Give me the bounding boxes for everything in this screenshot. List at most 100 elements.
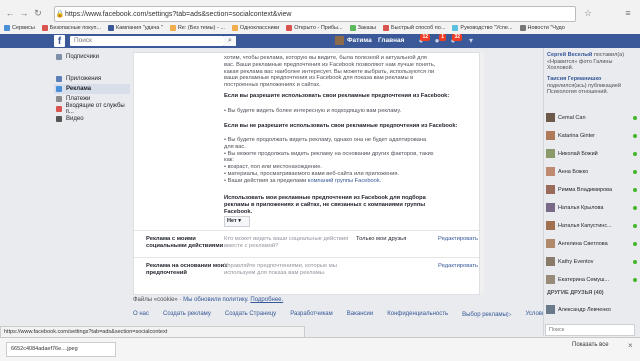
- footer-link[interactable]: Разработчикам: [290, 311, 333, 318]
- avatar: [546, 275, 555, 284]
- back-icon[interactable]: ←: [4, 6, 16, 20]
- footer-link[interactable]: Вакансии: [347, 311, 373, 318]
- avatar: [546, 113, 555, 122]
- contact-name: Наталья Крылова: [558, 204, 604, 211]
- bookmark-item[interactable]: Открыто - Прибы...: [286, 25, 343, 31]
- avatar: [546, 167, 555, 176]
- chat-contact[interactable]: Римма Владимирова: [546, 184, 639, 195]
- contact-name: Kathy Eventov: [558, 258, 594, 265]
- more-link[interactable]: Подробнее.: [250, 297, 283, 303]
- sidebar-item[interactable]: Подписчики: [54, 52, 130, 62]
- show-all-downloads-link[interactable]: Показать все: [572, 342, 609, 348]
- chat-contact[interactable]: Cemal Can: [546, 112, 639, 123]
- close-icon[interactable]: ×: [628, 341, 633, 350]
- row-description: Управляйте предпочтениями, которые мы ис…: [224, 263, 337, 276]
- messages-icon[interactable]: ● 1: [432, 34, 446, 46]
- scrollbar[interactable]: [480, 52, 484, 293]
- sidebar-item[interactable]: Приложения: [54, 74, 130, 84]
- bookmark-item[interactable]: Одноклассники: [231, 25, 279, 31]
- company-group-link[interactable]: компаний группы Facebook.: [306, 178, 381, 184]
- bookmark-icon: [4, 25, 10, 31]
- question-line: Facebook.: [224, 208, 253, 215]
- sidebar-item[interactable]: Реклама: [54, 84, 130, 94]
- chat-contact[interactable]: Kathy Eventov: [546, 256, 639, 267]
- footer-link[interactable]: Создать Страницу: [225, 311, 276, 318]
- online-status-icon: [633, 151, 637, 156]
- ticker-item[interactable]: Сергей Веселый поставил(а) «Нравится» фо…: [544, 52, 639, 72]
- bookmark-item[interactable]: Re: (Без темы) - ...: [169, 25, 225, 31]
- chat-contact[interactable]: Наталья Крылова: [546, 202, 639, 213]
- bookmark-icon: [519, 25, 526, 31]
- support-icon: [56, 106, 62, 112]
- settings-row-preferences: Реклама на основании моих предпочтений У…: [134, 257, 479, 294]
- contact-name: Николай Божий: [558, 150, 598, 157]
- intro-line: хотим, чтобы реклама, которую вы видите,…: [224, 55, 427, 61]
- search-icon[interactable]: ⌕: [224, 36, 236, 46]
- list-item: • материалы, просматриваемого вами веб-с…: [224, 170, 400, 177]
- sidebar-item[interactable]: Входящие от службы п...: [54, 103, 130, 115]
- chat-contact[interactable]: Александр Левченко: [546, 304, 639, 315]
- ticker-text: поделился(ась) публикацией Психология от…: [547, 82, 622, 96]
- profile-link[interactable]: Фатима: [335, 36, 372, 45]
- forward-icon[interactable]: →: [18, 6, 30, 20]
- avatar: [546, 239, 555, 248]
- intro-line: какая реклама вас наиболее интересует. В…: [224, 68, 435, 75]
- list-item: как:: [224, 157, 234, 164]
- edit-preferences-link[interactable]: Редактировать: [438, 263, 478, 269]
- settings-icon[interactable]: ▾: [466, 36, 476, 46]
- download-item[interactable]: 6652c4084adaef76e....jpeg: [6, 342, 116, 357]
- bookmark-item[interactable]: Безопасные покуп...: [41, 25, 101, 31]
- sidebar-item-label: Входящие от службы п...: [65, 103, 125, 115]
- address-bar[interactable]: 🔒 https://www.facebook.com/settings?tab=…: [54, 6, 576, 22]
- bookmark-item[interactable]: Заказы: [349, 25, 376, 31]
- chat-contact[interactable]: Анна Божко: [546, 166, 639, 177]
- contact-name: Екатерина Семуш...: [558, 276, 610, 283]
- star-icon[interactable]: ☆: [582, 6, 594, 20]
- ticker-item[interactable]: Таисия Германишко поделился(ась) публика…: [544, 76, 639, 96]
- ad-preference-select[interactable]: Нет ▾: [224, 216, 250, 227]
- sidebar-item-label: Подписчики: [66, 54, 100, 60]
- menu-icon[interactable]: ≡: [622, 6, 634, 20]
- chat-contact[interactable]: Наталья Капустинс...: [546, 220, 639, 231]
- online-status-icon: [633, 169, 637, 174]
- facebook-logo[interactable]: f: [54, 35, 65, 47]
- if-deny-list: • Вы будете продолжать видеть рекламу, о…: [224, 137, 474, 185]
- friends-icon[interactable]: ●12: [416, 34, 430, 46]
- chat-contact[interactable]: Katarina Ginter: [546, 130, 639, 141]
- video-icon: [56, 116, 62, 122]
- footer-link[interactable]: Выбор рекламы▷: [462, 311, 511, 318]
- chat-contact[interactable]: Екатерина Семуш...: [546, 274, 639, 285]
- chat-contact[interactable]: Николай Божий: [546, 148, 639, 159]
- edit-social-link[interactable]: Редактировать: [438, 236, 478, 242]
- settings-sidebar: Подписчики Приложения Реклама Платежи Входящ…: [54, 52, 130, 124]
- question-line: рекламы в приложениях и сайтах, не связа…: [224, 201, 426, 208]
- bookmark-item[interactable]: Новости "Чудо: [519, 25, 565, 31]
- sidebar-item-label: Платежи: [66, 96, 91, 102]
- list-item: • возраст, пол или местонахождение.: [224, 164, 322, 171]
- sidebar-item[interactable]: Видео: [54, 114, 130, 124]
- list-item: • Ваши действия за пределами компаний гр…: [224, 177, 382, 184]
- footer-link[interactable]: О нас: [133, 311, 149, 318]
- chat-contact[interactable]: Ангелина Светлова: [546, 238, 639, 249]
- bookmark-item[interactable]: Руководство "Успе...: [452, 25, 513, 31]
- bookmark-label: Новости "Чудо: [527, 25, 565, 31]
- bookmark-item[interactable]: Сервисы: [4, 25, 35, 31]
- contact-name: Анна Божко: [558, 168, 589, 175]
- if-allow-title: Если вы разрешите использовать свои рекл…: [224, 93, 450, 99]
- payments-icon: [56, 96, 62, 102]
- search-input[interactable]: Поиск: [70, 36, 224, 46]
- sidebar-item-label: Видео: [66, 116, 84, 122]
- reload-icon[interactable]: ↻: [32, 6, 44, 20]
- avatar: [546, 257, 555, 266]
- notifications-icon[interactable]: ●32: [448, 34, 462, 46]
- footer-link[interactable]: Конфиденциальность: [387, 311, 448, 318]
- online-status-icon: [633, 205, 637, 210]
- chat-search-input[interactable]: Поиск: [545, 324, 635, 336]
- home-link[interactable]: Главная: [378, 37, 404, 44]
- bookmark-item[interactable]: Быстрый способ по...: [383, 25, 445, 31]
- bookmarks-bar: Сервисы Безопасные покуп... Кампания "удач…: [0, 22, 640, 34]
- bookmark-item[interactable]: Кампания "удача ": [108, 25, 163, 31]
- footer-link[interactable]: Создать рекламу: [163, 311, 211, 318]
- policy-link[interactable]: Мы обновили политику.: [183, 297, 249, 303]
- row-description: Кто может видеть ваши социальные действи…: [224, 236, 349, 249]
